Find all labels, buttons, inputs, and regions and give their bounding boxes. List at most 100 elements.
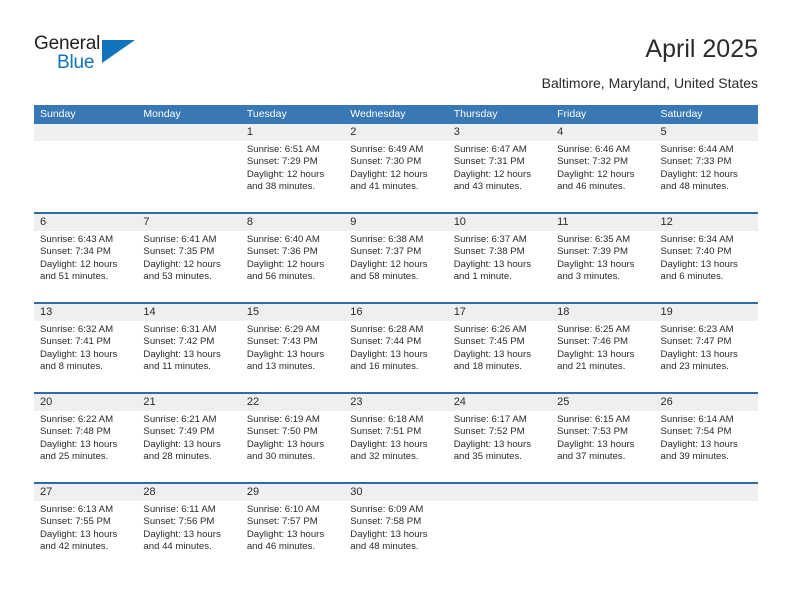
day-cell-2[interactable]: 2 Sunrise: 6:49 AM Sunset: 7:30 PM Daylight… bbox=[344, 124, 448, 212]
general-blue-logo[interactable]: General Blue bbox=[34, 33, 144, 83]
day-number bbox=[137, 124, 241, 141]
day-number: 8 bbox=[240, 214, 345, 231]
daylight-duration-line1: Daylight: 13 hours bbox=[40, 528, 118, 540]
day-cell-13[interactable]: 13 Sunrise: 6:32 AM Sunset: 7:41 PM Dayligh… bbox=[34, 304, 138, 392]
day-cell-19[interactable]: 19 Sunrise: 6:23 AM Sunset: 7:47 PM Dayligh… bbox=[654, 304, 758, 392]
calendar-week-row: 1 Sunrise: 6:51 AM Sunset: 7:29 PM Daylight… bbox=[34, 124, 758, 214]
weekday-header-friday: Friday bbox=[557, 108, 587, 120]
day-cell-23[interactable]: 23 Sunrise: 6:18 AM Sunset: 7:51 PM Dayligh… bbox=[344, 394, 448, 482]
day-cell-3[interactable]: 3 Sunrise: 6:47 AM Sunset: 7:31 PM Daylight… bbox=[447, 124, 552, 212]
day-cell-17[interactable]: 17 Sunrise: 6:26 AM Sunset: 7:45 PM Dayligh… bbox=[447, 304, 552, 392]
daylight-duration-line1: Daylight: 13 hours bbox=[453, 348, 532, 360]
sunrise-time: Sunrise: 6:25 AM bbox=[557, 324, 631, 335]
day-cell-20[interactable]: 20 Sunrise: 6:22 AM Sunset: 7:48 PM Dayligh… bbox=[34, 394, 138, 482]
day-cell-8[interactable]: 8 Sunrise: 6:40 AM Sunset: 7:36 PM Daylight… bbox=[240, 214, 345, 302]
day-cell-26[interactable]: 26 Sunrise: 6:14 AM Sunset: 7:54 PM Dayligh… bbox=[654, 394, 758, 482]
day-details: Sunrise: 6:17 AM Sunset: 7:52 PM Daylight:… bbox=[448, 411, 551, 464]
day-number: 7 bbox=[137, 214, 241, 231]
sunset-time: Sunset: 7:54 PM bbox=[660, 426, 732, 438]
day-cell-7[interactable]: 7 Sunrise: 6:41 AM Sunset: 7:35 PM Daylight… bbox=[137, 214, 241, 302]
day-cell-11[interactable]: 11 Sunrise: 6:35 AM Sunset: 7:39 PM Dayligh… bbox=[551, 214, 655, 302]
daylight-duration-line2: and 46 minutes. bbox=[246, 541, 316, 553]
sunset-time: Sunset: 7:30 PM bbox=[350, 156, 422, 168]
day-number: 20 bbox=[34, 394, 138, 411]
daylight-duration-line2: and 13 minutes. bbox=[246, 361, 316, 373]
day-number: 30 bbox=[344, 484, 448, 501]
day-cell-15[interactable]: 15 Sunrise: 6:29 AM Sunset: 7:43 PM Dayligh… bbox=[240, 304, 345, 392]
sunrise-time: Sunrise: 6:29 AM bbox=[246, 324, 320, 335]
day-cell-1[interactable]: 1 Sunrise: 6:51 AM Sunset: 7:29 PM Daylight… bbox=[240, 124, 345, 212]
sunrise-time: Sunrise: 6:17 AM bbox=[453, 414, 527, 425]
daylight-duration-line1: Daylight: 12 hours bbox=[660, 168, 738, 180]
day-details: Sunrise: 6:19 AM Sunset: 7:50 PM Daylight:… bbox=[241, 411, 344, 464]
day-number: 11 bbox=[551, 214, 655, 231]
day-cell-25[interactable]: 25 Sunrise: 6:15 AM Sunset: 7:53 PM Dayligh… bbox=[551, 394, 655, 482]
day-cell-9[interactable]: 9 Sunrise: 6:38 AM Sunset: 7:37 PM Daylight… bbox=[344, 214, 448, 302]
calendar-week-row: 27 Sunrise: 6:13 AM Sunset: 7:55 PM Dayligh… bbox=[34, 484, 758, 572]
daylight-duration-line1: Daylight: 13 hours bbox=[246, 528, 325, 540]
day-number: 2 bbox=[344, 124, 448, 141]
day-cell-22[interactable]: 22 Sunrise: 6:19 AM Sunset: 7:50 PM Dayligh… bbox=[240, 394, 345, 482]
day-details: Sunrise: 6:34 AM Sunset: 7:40 PM Daylight:… bbox=[655, 231, 758, 284]
day-cell-29[interactable]: 29 Sunrise: 6:10 AM Sunset: 7:57 PM Dayligh… bbox=[240, 484, 345, 572]
calendar-weeks: 1 Sunrise: 6:51 AM Sunset: 7:29 PM Daylight… bbox=[34, 124, 758, 572]
day-cell-12[interactable]: 12 Sunrise: 6:34 AM Sunset: 7:40 PM Dayligh… bbox=[654, 214, 758, 302]
day-cell-4[interactable]: 4 Sunrise: 6:46 AM Sunset: 7:32 PM Daylight… bbox=[551, 124, 655, 212]
daylight-duration-line1: Daylight: 12 hours bbox=[350, 258, 428, 270]
daylight-duration-line2: and 30 minutes. bbox=[246, 451, 316, 463]
sunrise-time: Sunrise: 6:34 AM bbox=[660, 234, 734, 245]
day-number: 23 bbox=[344, 394, 448, 411]
daylight-duration-line2: and 46 minutes. bbox=[557, 181, 626, 193]
daylight-duration-line2: and 42 minutes. bbox=[40, 541, 109, 553]
sunset-time: Sunset: 7:56 PM bbox=[143, 516, 215, 528]
sunset-time: Sunset: 7:35 PM bbox=[143, 246, 215, 258]
day-details: Sunrise: 6:37 AM Sunset: 7:38 PM Daylight:… bbox=[448, 231, 551, 284]
sunset-time: Sunset: 7:43 PM bbox=[246, 336, 318, 348]
daylight-duration-line2: and 48 minutes. bbox=[660, 181, 729, 193]
sunset-time: Sunset: 7:53 PM bbox=[557, 426, 629, 438]
sunset-time: Sunset: 7:57 PM bbox=[246, 516, 318, 528]
day-details: Sunrise: 6:22 AM Sunset: 7:48 PM Daylight:… bbox=[34, 411, 137, 464]
day-cell-16[interactable]: 16 Sunrise: 6:28 AM Sunset: 7:44 PM Dayligh… bbox=[344, 304, 448, 392]
day-number bbox=[551, 484, 655, 501]
day-cell-21[interactable]: 21 Sunrise: 6:21 AM Sunset: 7:49 PM Dayligh… bbox=[137, 394, 241, 482]
day-details: Sunrise: 6:32 AM Sunset: 7:41 PM Daylight:… bbox=[34, 321, 137, 374]
daylight-duration-line1: Daylight: 13 hours bbox=[246, 438, 325, 450]
sunset-time: Sunset: 7:58 PM bbox=[350, 516, 422, 528]
daylight-duration-line2: and 43 minutes. bbox=[453, 181, 522, 193]
sunset-time: Sunset: 7:34 PM bbox=[40, 246, 111, 258]
day-cell-24[interactable]: 24 Sunrise: 6:17 AM Sunset: 7:52 PM Dayligh… bbox=[447, 394, 552, 482]
day-cell-30[interactable]: 30 Sunrise: 6:09 AM Sunset: 7:58 PM Dayligh… bbox=[344, 484, 448, 572]
calendar-week-row: 6 Sunrise: 6:43 AM Sunset: 7:34 PM Daylight… bbox=[34, 214, 758, 304]
weekday-header-monday: Monday bbox=[143, 108, 181, 120]
day-details: Sunrise: 6:40 AM Sunset: 7:36 PM Daylight:… bbox=[241, 231, 344, 284]
day-cell-6[interactable]: 6 Sunrise: 6:43 AM Sunset: 7:34 PM Daylight… bbox=[34, 214, 138, 302]
day-cell-28[interactable]: 28 Sunrise: 6:11 AM Sunset: 7:56 PM Dayligh… bbox=[137, 484, 241, 572]
day-details: Sunrise: 6:21 AM Sunset: 7:49 PM Daylight:… bbox=[137, 411, 240, 464]
day-cell-empty bbox=[34, 124, 138, 212]
day-details: Sunrise: 6:13 AM Sunset: 7:55 PM Daylight:… bbox=[34, 501, 137, 554]
day-number: 13 bbox=[34, 304, 138, 321]
daylight-duration-line1: Daylight: 12 hours bbox=[246, 258, 325, 270]
day-number: 10 bbox=[447, 214, 552, 231]
day-cell-5[interactable]: 5 Sunrise: 6:44 AM Sunset: 7:33 PM Daylight… bbox=[654, 124, 758, 212]
day-cell-18[interactable]: 18 Sunrise: 6:25 AM Sunset: 7:46 PM Dayligh… bbox=[551, 304, 655, 392]
sunrise-time: Sunrise: 6:37 AM bbox=[453, 234, 527, 245]
day-cell-27[interactable]: 27 Sunrise: 6:13 AM Sunset: 7:55 PM Dayligh… bbox=[34, 484, 138, 572]
sunset-time: Sunset: 7:46 PM bbox=[557, 336, 629, 348]
sunset-time: Sunset: 7:38 PM bbox=[453, 246, 525, 258]
daylight-duration-line2: and 18 minutes. bbox=[453, 361, 522, 373]
day-number: 26 bbox=[654, 394, 758, 411]
sunrise-time: Sunrise: 6:22 AM bbox=[40, 414, 114, 425]
triangle-logo-icon bbox=[102, 40, 135, 63]
day-cell-10[interactable]: 10 Sunrise: 6:37 AM Sunset: 7:38 PM Dayligh… bbox=[447, 214, 552, 302]
logo-text-blue: Blue bbox=[57, 52, 95, 73]
daylight-duration-line1: Daylight: 13 hours bbox=[557, 438, 635, 450]
day-details: Sunrise: 6:44 AM Sunset: 7:33 PM Daylight:… bbox=[655, 141, 758, 194]
day-cell-empty bbox=[137, 124, 241, 212]
daylight-duration-line1: Daylight: 13 hours bbox=[143, 528, 221, 540]
weekday-header-wednesday: Wednesday bbox=[350, 108, 406, 120]
day-cell-14[interactable]: 14 Sunrise: 6:31 AM Sunset: 7:42 PM Dayligh… bbox=[137, 304, 241, 392]
daylight-duration-line1: Daylight: 12 hours bbox=[453, 168, 532, 180]
sunrise-time: Sunrise: 6:31 AM bbox=[143, 324, 217, 335]
